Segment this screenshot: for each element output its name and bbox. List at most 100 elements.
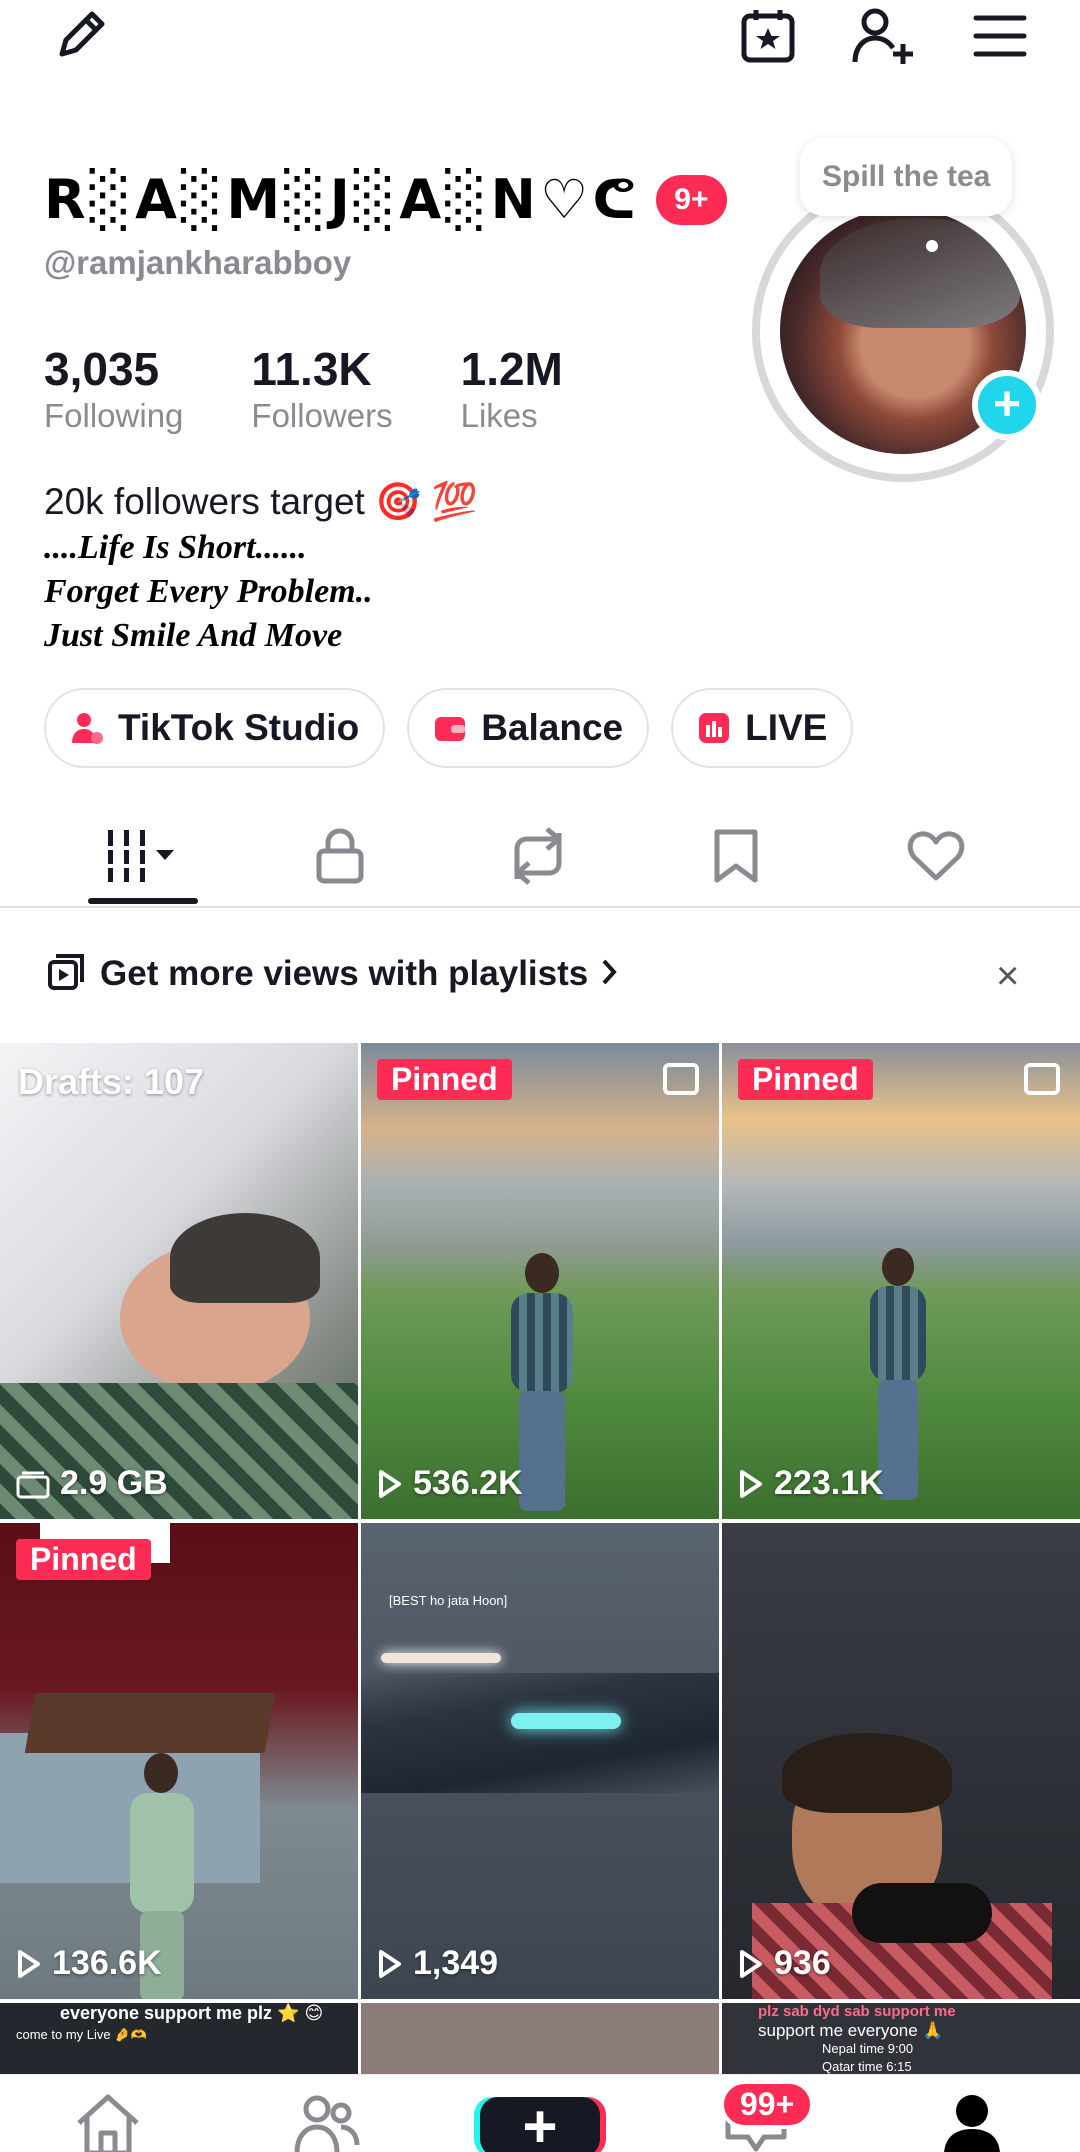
view-count-label: 536.2K [413,1464,523,1502]
view-count: 536.2K [377,1464,523,1503]
bio-line: Forget Every Problem.. [44,573,373,610]
thumbnail-headphones [852,1883,992,1943]
edit-icon[interactable] [40,0,120,72]
overlay-caption: come to my Live 🤌🫶 [16,2027,147,2042]
video-tile[interactable]: Pinned 136.6K [0,1523,358,1999]
repost-icon [507,826,569,890]
balance-button[interactable]: Balance [407,688,650,768]
pinned-badge: Pinned [738,1059,873,1100]
add-story-button[interactable]: + [972,370,1042,440]
add-friend-icon[interactable] [844,0,924,72]
multi-image-icon [1024,1063,1060,1095]
nav-profile[interactable] [912,2093,1032,2152]
bottom-nav: + [0,2074,1080,2152]
tab-favorites[interactable] [646,808,826,908]
thumbnail-roof [24,1693,276,1753]
view-count: 136.6K [16,1944,162,1983]
pinned-badge: Pinned [16,1539,151,1580]
stat-label: Likes [460,397,538,434]
note-bubble[interactable]: Spill the tea [800,138,1013,216]
stat-label: Followers [251,397,393,434]
display-name: R░A░M░J░A░N♡ᕦ [44,168,641,231]
play-icon [18,1949,40,1978]
video-tile[interactable]: [BEST ho jata Hoon] 1,349 [361,1523,719,1999]
play-icon [379,1949,401,1978]
menu-icon[interactable] [960,0,1040,72]
video-tile[interactable]: 936 [722,1523,1080,1999]
friends-icon [294,2095,360,2152]
avatar-hair [820,218,1020,328]
drafts-count: Drafts: 107 [18,1061,205,1102]
drafts-size-label: 2.9 GB [60,1464,168,1502]
wallet-icon [433,711,467,745]
play-icon [740,1949,762,1978]
tiktok-studio-button[interactable]: TikTok Studio [44,688,386,768]
action-pills: TikTok Studio Balance LIVE [44,688,875,768]
lock-icon [315,827,365,890]
play-icon [740,1469,762,1498]
avatar-ring[interactable]: + [752,180,1054,482]
bio-line: ....Life Is Short...... [44,529,307,566]
notification-badge[interactable]: 9+ [656,174,727,225]
playlist-banner[interactable]: Get more views with playlists × [0,918,1080,1030]
pill-label: Balance [481,707,624,748]
view-count-label: 936 [774,1944,831,1982]
pill-label: LIVE [745,707,828,748]
tab-videos[interactable] [52,808,232,908]
view-count-label: 1,349 [413,1944,499,1982]
thumbnail-light-streak [511,1713,621,1729]
view-count: 1,349 [377,1944,498,1983]
videos-grid-icon [102,828,182,889]
video-tile[interactable]: Pinned 536.2K [361,1043,719,1519]
view-count: 936 [738,1944,831,1983]
multi-image-icon [663,1063,699,1095]
stat-following[interactable]: 3,035 Following [44,344,183,438]
stat-likes[interactable]: 1.2M Likes [461,344,563,438]
stat-followers[interactable]: 11.3K Followers [251,344,392,438]
tab-reposts[interactable] [448,808,628,908]
bio-line: 20k followers target 🎯 💯 [44,481,478,522]
playlist-banner-text: Get more views with playlists [100,954,589,993]
video-tile[interactable]: plz sab dyd sab support me support me ev… [722,2003,1080,2075]
content-tabs [0,808,1080,908]
bio: 20k followers target 🎯 💯 ....Life Is Sho… [44,478,744,658]
view-count-label: 223.1K [774,1464,884,1502]
stat-value: 1.2M [460,343,563,395]
profile-icon [944,2095,1000,2152]
tab-liked[interactable] [846,808,1026,908]
stat-value: 3,035 [44,343,160,395]
bio-line: Just Smile And Move [44,617,343,654]
name-row: R░A░M░J░A░N♡ᕦ 9+ [44,168,727,231]
active-tab-indicator [88,898,198,904]
overlay-caption: Qatar time 6:15 [822,2059,912,2074]
drafts-size: 2.9 GB [16,1464,168,1503]
top-bar [0,0,1080,80]
note-bubble-tail [926,240,938,252]
overlay-caption: support me everyone 🙏 [758,2021,944,2040]
tab-private[interactable] [250,808,430,908]
home-icon [77,2094,139,2152]
create-button[interactable]: + [480,2097,600,2152]
nav-home[interactable] [48,2093,168,2152]
video-tile[interactable]: everyone support me plz ⭐ 😊 come to my L… [0,2003,358,2075]
overlay-caption: Nepal time 9:00 [822,2041,914,2056]
storage-icon [16,1471,50,1498]
drafts-tile[interactable]: Drafts: 107 2.9 GB [0,1043,358,1519]
live-icon [697,711,731,745]
stats-row: 3,035 Following 11.3K Followers 1.2M Lik… [44,344,631,438]
overlay-caption: [BEST ho jata Hoon] [389,1593,508,1608]
live-button[interactable]: LIVE [671,688,854,768]
close-banner-button[interactable]: × [996,954,1019,999]
view-count-label: 136.6K [52,1944,162,1982]
inbox-badge: 99+ [720,2080,815,2129]
video-tile[interactable] [361,2003,719,2075]
nav-friends[interactable] [266,2093,386,2152]
chevron-right-icon [600,957,620,992]
view-count: 223.1K [738,1464,884,1503]
pill-label: TikTok Studio [118,707,360,748]
heart-icon [907,830,965,887]
calendar-star-icon[interactable] [728,0,808,72]
video-tile[interactable]: Pinned 223.1K [722,1043,1080,1519]
playlist-icon [46,952,86,997]
thumbnail-hair [170,1213,320,1303]
